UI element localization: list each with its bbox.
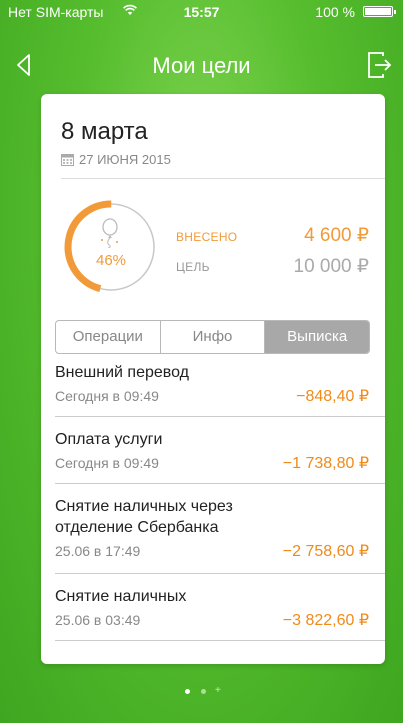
tab-statement[interactable]: Выписка	[265, 321, 369, 353]
tab-info[interactable]: Инфо	[161, 321, 266, 353]
balloon-icon	[101, 218, 118, 248]
operation-name: Внешний перевод	[55, 364, 189, 381]
list-item[interactable]: Снятие наличных через отделение Сбербанк…	[41, 484, 385, 574]
tab-operations[interactable]: Операции	[56, 321, 161, 353]
target-label: ЦЕЛЬ	[176, 260, 210, 274]
progress-percent: 46%	[95, 252, 127, 269]
operation-amount: −848,40 ₽	[296, 388, 369, 405]
operation-time: 25.06 в 17:49	[55, 543, 141, 559]
list-item[interactable]: Снятие наличных 25.06 в 03:49 −3 822,60 …	[41, 574, 385, 641]
list-item[interactable]: Оплата услуги Сегодня в 09:49 −1 738,80 …	[41, 417, 385, 484]
operations-list: Внешний перевод Сегодня в 09:49 −848,40 …	[41, 362, 385, 641]
operation-amount: −3 822,60 ₽	[282, 612, 369, 629]
operation-time: Сегодня в 09:49	[55, 388, 159, 404]
list-item[interactable]: Внешний перевод Сегодня в 09:49 −848,40 …	[41, 362, 385, 417]
goal-date-text: 27 ИЮНЯ 2015	[79, 152, 171, 167]
target-value: 10 000 ₽	[293, 256, 369, 277]
operation-time: 25.06 в 03:49	[55, 612, 141, 628]
operation-name: Оплата услуги	[55, 431, 163, 448]
calendar-icon	[61, 154, 74, 166]
navigation-bar: Мои цели	[0, 40, 403, 90]
exit-icon[interactable]	[365, 50, 393, 80]
goal-date: 27 ИЮНЯ 2015	[61, 152, 171, 167]
operation-name: Снятие наличных	[55, 588, 187, 605]
operation-amount: −1 738,80 ₽	[282, 455, 369, 472]
operation-time: Сегодня в 09:49	[55, 455, 159, 471]
battery-percent: 100 %	[315, 4, 355, 20]
segmented-tabs: Операции Инфо Выписка	[55, 320, 370, 354]
page-indicator[interactable]: +	[0, 681, 403, 699]
page-title: Мои цели	[152, 53, 251, 78]
goal-title: 8 марта	[61, 118, 148, 145]
page-dot-active	[185, 689, 191, 694]
status-bar: Нет SIM-карты 15:57 100 %	[0, 0, 403, 22]
divider	[61, 178, 385, 179]
add-page-icon: +	[215, 685, 221, 696]
divider	[55, 640, 385, 641]
paid-label: ВНЕСЕНО	[176, 230, 238, 244]
paid-value: 4 600 ₽	[304, 225, 369, 246]
battery-icon	[363, 6, 396, 17]
operation-name: Снятие наличных через отделение Сбербанк…	[55, 498, 233, 536]
goal-card: 8 марта 27 ИЮНЯ 2015 46% ВНЕСЕНО 4 600 ₽…	[41, 94, 385, 664]
page-dot	[200, 689, 206, 694]
operation-amount: −2 758,60 ₽	[282, 543, 369, 560]
